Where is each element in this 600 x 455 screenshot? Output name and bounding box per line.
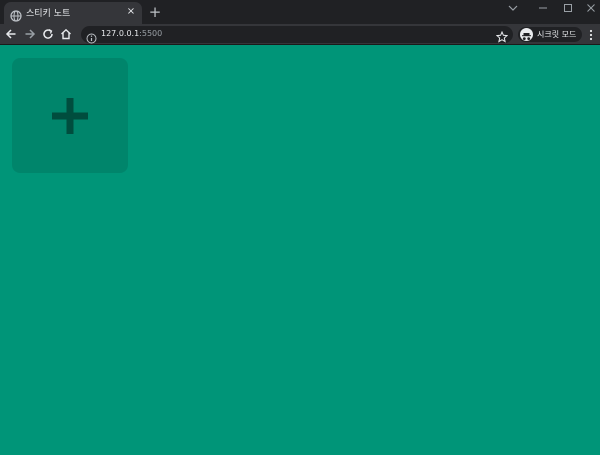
tab-close-icon[interactable]: × — [124, 5, 138, 19]
home-button[interactable] — [58, 26, 74, 42]
address-bar[interactable]: 127.0.0.1:5500 — [81, 26, 513, 44]
forward-button[interactable] — [22, 26, 38, 42]
close-window-icon[interactable] — [578, 0, 600, 16]
reload-icon — [43, 28, 53, 39]
url-port: :5500 — [139, 29, 163, 38]
incognito-label: 시크릿 모드 — [537, 30, 577, 39]
notes-app — [0, 45, 600, 455]
incognito-icon — [520, 28, 533, 41]
url-text: 127.0.0.1:5500 — [101, 29, 162, 38]
browser-toolbar: 127.0.0.1:5500 시크릿 모드 — [0, 24, 600, 44]
tab-search-chevron-icon[interactable] — [500, 0, 528, 16]
url-host: 127.0.0.1 — [101, 29, 140, 38]
tab-title: 스티키 노트 — [26, 9, 71, 19]
new-tab-button[interactable]: + — [147, 4, 163, 20]
arrow-left-icon — [5, 29, 16, 39]
browser-tab[interactable]: 스티키 노트 × — [4, 2, 142, 24]
reload-button[interactable] — [40, 26, 56, 42]
info-icon[interactable] — [86, 29, 97, 44]
browser-tab-strip: 스티키 노트 × + — [0, 0, 600, 24]
star-icon[interactable] — [495, 28, 509, 43]
incognito-indicator[interactable]: 시크릿 모드 — [518, 27, 582, 42]
globe-icon — [10, 7, 22, 22]
kebab-menu-icon[interactable] — [586, 27, 596, 41]
plus-icon — [52, 98, 88, 134]
back-button[interactable] — [3, 26, 19, 42]
add-note-button[interactable] — [12, 58, 128, 173]
home-icon — [61, 28, 71, 40]
arrow-right-icon — [25, 29, 36, 39]
minimize-window-icon[interactable] — [530, 0, 558, 16]
